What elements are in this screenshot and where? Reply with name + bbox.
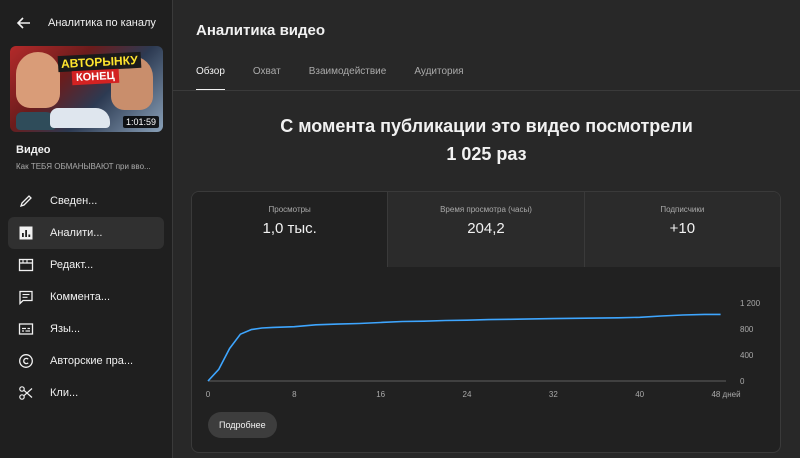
metric-label: Подписчики xyxy=(660,205,705,214)
tab-reach[interactable]: Охват xyxy=(253,57,281,89)
subtitles-icon xyxy=(18,321,34,337)
tab-bar: Обзор Охват Взаимодействие Аудитория xyxy=(196,57,492,91)
sidebar-item-label: Язы... xyxy=(50,323,81,335)
back-arrow-icon[interactable] xyxy=(14,13,34,33)
x-tick-label: 0 xyxy=(206,390,211,399)
scissors-icon xyxy=(18,385,34,401)
sidebar-item-clips[interactable]: Кли... xyxy=(8,377,164,409)
sidebar-item-subtitles[interactable]: Язы... xyxy=(8,313,164,345)
tabs-divider xyxy=(173,90,800,91)
x-tick-label: 40 xyxy=(635,390,644,399)
y-tick-label: 0 xyxy=(740,377,745,386)
thumbnail-person-left xyxy=(16,52,60,108)
metric-tabs: Просмотры 1,0 тыс. Время просмотра (часы… xyxy=(192,192,780,267)
y-tick-label: 400 xyxy=(740,351,754,360)
metric-label: Время просмотра (часы) xyxy=(440,205,532,214)
headline-count: 1 025 раз xyxy=(446,144,527,164)
main-content: Аналитика видео Обзор Охват Взаимодейств… xyxy=(173,0,800,458)
y-tick-label: 1 200 xyxy=(740,299,761,308)
video-label: Видео xyxy=(16,144,51,156)
sidebar-item-label: Авторские пра... xyxy=(50,355,134,367)
tab-audience[interactable]: Аудитория xyxy=(414,57,463,89)
sidebar-item-label: Редакт... xyxy=(50,259,94,271)
sidebar-item-comments[interactable]: Коммента... xyxy=(8,281,164,313)
analytics-card: Просмотры 1,0 тыс. Время просмотра (часы… xyxy=(191,191,781,453)
video-duration: 1:01:59 xyxy=(122,116,159,128)
copyright-icon xyxy=(18,353,34,369)
tab-engagement[interactable]: Взаимодействие xyxy=(309,57,387,89)
views-series-line xyxy=(207,313,721,382)
thumbnail-car-white xyxy=(50,108,110,128)
views-chart: 0 8 16 24 32 40 48 дней 0 400 800 1 200 xyxy=(192,267,780,417)
sidebar-item-label: Сведен... xyxy=(50,195,98,207)
video-name: Как ТЕБЯ ОБМАНЫВАЮТ при вво... xyxy=(16,162,151,171)
sidebar-item-editor[interactable]: Редакт... xyxy=(8,249,164,281)
sidebar-item-copyright[interactable]: Авторские пра... xyxy=(8,345,164,377)
sidebar-item-details[interactable]: Сведен... xyxy=(8,185,164,217)
metric-value: 204,2 xyxy=(467,220,505,237)
metric-value: 1,0 тыс. xyxy=(262,220,317,237)
comment-icon xyxy=(18,289,34,305)
x-tick-label: 32 xyxy=(549,390,558,399)
thumbnail-title-line2: КОНЕЦ xyxy=(71,68,119,86)
x-tick-label: 48 дней xyxy=(711,390,740,399)
sidebar: Аналитика по каналу АВТОРЫНКУ КОНЕЦ 1:01… xyxy=(0,0,173,458)
tab-overview[interactable]: Обзор xyxy=(196,57,225,91)
page-title: Аналитика видео xyxy=(196,22,326,39)
sidebar-nav: Сведен... Аналити... Редакт... Коммента.… xyxy=(0,185,172,409)
views-chart-svg: 0 8 16 24 32 40 48 дней04008001 200 xyxy=(206,299,761,399)
sidebar-item-label: Коммента... xyxy=(50,291,111,303)
more-button[interactable]: Подробнее xyxy=(208,412,277,438)
app-window: Аналитика по каналу АВТОРЫНКУ КОНЕЦ 1:01… xyxy=(0,0,800,458)
metric-subscribers[interactable]: Подписчики +10 xyxy=(583,192,780,267)
sidebar-item-analytics[interactable]: Аналити... xyxy=(8,217,164,249)
x-tick-label: 24 xyxy=(463,390,472,399)
sidebar-item-label: Аналити... xyxy=(50,227,103,239)
analytics-icon xyxy=(18,225,34,241)
pencil-icon xyxy=(18,193,34,209)
y-tick-label: 800 xyxy=(740,325,754,334)
metric-label: Просмотры xyxy=(268,205,311,214)
headline: С момента публикации это видео посмотрел… xyxy=(173,112,800,168)
metric-views[interactable]: Просмотры 1,0 тыс. xyxy=(192,192,388,267)
sidebar-item-label: Кли... xyxy=(50,387,79,399)
video-thumbnail[interactable]: АВТОРЫНКУ КОНЕЦ 1:01:59 xyxy=(10,46,163,132)
sidebar-title[interactable]: Аналитика по каналу xyxy=(48,17,156,29)
metric-value: +10 xyxy=(669,220,696,237)
metric-watch-time[interactable]: Время просмотра (часы) 204,2 xyxy=(387,192,584,267)
x-tick-label: 8 xyxy=(292,390,297,399)
headline-text: С момента публикации это видео посмотрел… xyxy=(280,116,693,136)
sidebar-header: Аналитика по каналу xyxy=(0,0,172,46)
editor-icon xyxy=(18,257,34,273)
x-tick-label: 16 xyxy=(376,390,385,399)
